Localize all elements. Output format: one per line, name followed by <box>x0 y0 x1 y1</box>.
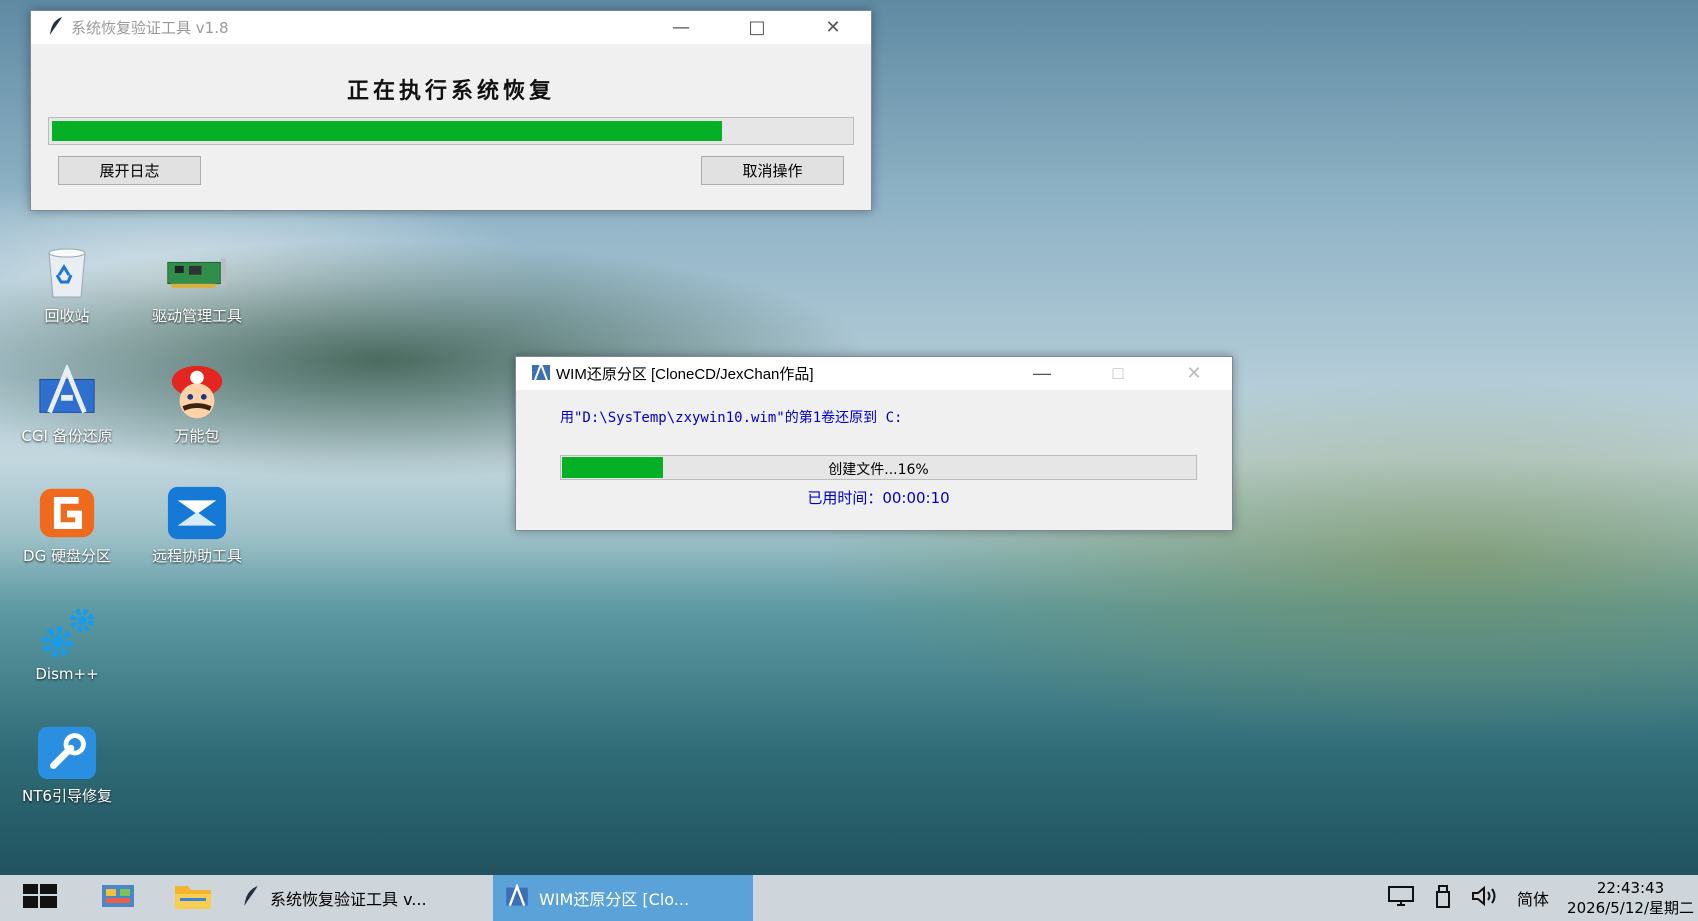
recovery-heading: 正在执行系统恢复 <box>346 78 555 104</box>
restore-message: 用"D:\SysTemp\zxywin10.wim"的第1卷还原到 C: <box>560 410 903 426</box>
recovery-progress-fill <box>52 121 723 141</box>
desktop-icon-remote-assist[interactable]: 远程协助工具 <box>132 485 262 566</box>
feather-icon <box>242 885 260 911</box>
expand-log-button[interactable]: 展开日志 <box>58 156 201 185</box>
desktop-icon-nt6-repair[interactable]: NT6引导修复 <box>2 725 132 806</box>
network-card-icon <box>166 245 228 301</box>
wim-progress-text: 创建文件...16% <box>828 462 929 478</box>
taskbar-task-recovery-tool[interactable]: 系统恢复验证工具 v... <box>230 875 493 921</box>
volume-icon[interactable] <box>1471 885 1499 911</box>
system-tray: 简体 22:43:43 2026/5/12/星期二 <box>1387 875 1698 921</box>
desktop-icon-label: DG 硬盘分区 <box>23 547 111 565</box>
desktop-icon-driver-tool[interactable]: 驱动管理工具 <box>132 245 262 326</box>
windows-logo-icon <box>23 884 57 912</box>
folder-icon <box>174 882 212 914</box>
desktop-icon-label: 万能包 <box>174 427 220 445</box>
elapsed-time: 已用时间：00:00:10 <box>807 489 950 507</box>
desktop-icon-label: NT6引导修复 <box>22 787 112 805</box>
desktop-icon-label: CGI 备份还原 <box>21 427 113 445</box>
taskbar-task-wim-restore[interactable]: WIM还原分区 [Clo... <box>493 875 753 921</box>
file-explorer-shortcut[interactable] <box>155 875 230 921</box>
input-method-indicator[interactable]: 简体 <box>1517 886 1549 910</box>
desktop-icon-recycle-bin[interactable]: 回收站 <box>2 245 132 326</box>
desktop-icon-label: 远程协助工具 <box>151 547 242 565</box>
desktop-icon-dism[interactable]: Dism++ <box>2 605 132 683</box>
window-title: 系统恢复验证工具 v1.8 <box>71 19 229 37</box>
desktop-icon-label: Dism++ <box>35 665 99 683</box>
wim-titlebar[interactable]: WIM还原分区 [CloneCD/JexChan作品] — □ ✕ <box>516 357 1232 390</box>
maximize-button[interactable]: □ <box>1080 357 1156 390</box>
window-title: WIM还原分区 [CloneCD/JexChan作品] <box>556 366 814 383</box>
network-icon[interactable] <box>1387 885 1415 911</box>
wim-app-icon <box>505 882 529 912</box>
diskgenius-icon <box>36 485 98 541</box>
clock[interactable]: 22:43:43 2026/5/12/星期二 <box>1567 878 1694 918</box>
cancel-operation-button[interactable]: 取消操作 <box>701 156 844 185</box>
gears-icon <box>36 605 98 661</box>
wim-app-icon <box>526 360 556 386</box>
control-panel-shortcut[interactable] <box>80 875 155 921</box>
control-panel-icon <box>100 881 136 915</box>
recovery-progress-bar <box>48 117 854 145</box>
desktop-icon-wanneng[interactable]: 万能包 <box>132 365 262 446</box>
close-button[interactable]: ✕ <box>1156 357 1232 390</box>
desktop-icon-cgi[interactable]: CGI 备份还原 <box>2 365 132 446</box>
minimize-button[interactable]: — <box>643 11 719 44</box>
feather-icon <box>41 16 71 40</box>
usb-drive-icon[interactable] <box>1433 884 1453 912</box>
close-button[interactable]: ✕ <box>795 11 871 44</box>
wim-progress-bar: 创建文件...16% <box>560 455 1197 480</box>
recovery-tool-window: 系统恢复验证工具 v1.8 — □ ✕ 正在执行系统恢复 展开日志 取消操作 <box>30 10 872 211</box>
minimize-button[interactable]: — <box>1004 357 1080 390</box>
task-label: 系统恢复验证工具 v... <box>270 890 427 909</box>
start-button[interactable] <box>0 875 80 921</box>
desktop-icon-label: 驱动管理工具 <box>151 307 242 325</box>
cgi-icon <box>36 365 98 421</box>
taskbar: 系统恢复验证工具 v... WIM还原分区 [Clo... 简体 22:43:4… <box>0 875 1698 921</box>
desktop-icon-label: 回收站 <box>44 307 90 325</box>
wrench-icon <box>36 725 98 781</box>
desktop-icon-diskgenius[interactable]: DG 硬盘分区 <box>2 485 132 566</box>
wim-restore-window: WIM还原分区 [CloneCD/JexChan作品] — □ ✕ 用"D:\S… <box>515 356 1233 531</box>
maximize-button[interactable]: □ <box>719 11 795 44</box>
clock-date: 2026/5/12/星期二 <box>1567 899 1694 917</box>
mario-icon <box>166 365 228 421</box>
remote-assist-icon <box>166 485 228 541</box>
recovery-titlebar[interactable]: 系统恢复验证工具 v1.8 — □ ✕ <box>31 11 871 44</box>
clock-time: 22:43:43 <box>1596 879 1665 897</box>
recycle-bin-icon <box>36 245 98 301</box>
task-label: WIM还原分区 [Clo... <box>539 890 690 909</box>
